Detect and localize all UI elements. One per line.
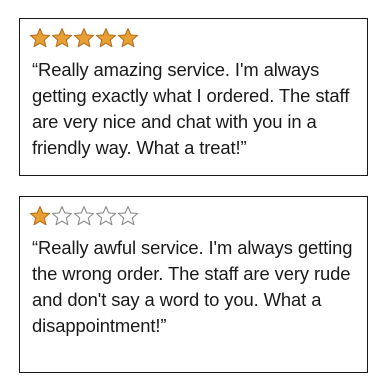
star-filled-icon <box>73 27 95 49</box>
star-filled-icon <box>51 27 73 49</box>
star-empty-icon <box>51 205 73 227</box>
review-card-positive: “Really amazing service. I'm always gett… <box>19 18 368 176</box>
review-text: “Really amazing service. I'm always gett… <box>32 59 350 158</box>
star-rating <box>29 27 139 49</box>
star-filled-icon <box>29 205 51 227</box>
star-filled-icon <box>117 27 139 49</box>
star-empty-icon <box>117 205 139 227</box>
star-filled-icon <box>95 27 117 49</box>
star-rating <box>29 205 139 227</box>
star-empty-icon <box>95 205 117 227</box>
review-card-negative: “Really awful service. I'm always gettin… <box>19 196 368 373</box>
star-empty-icon <box>73 205 95 227</box>
review-text: “Really awful service. I'm always gettin… <box>32 237 353 336</box>
star-filled-icon <box>29 27 51 49</box>
